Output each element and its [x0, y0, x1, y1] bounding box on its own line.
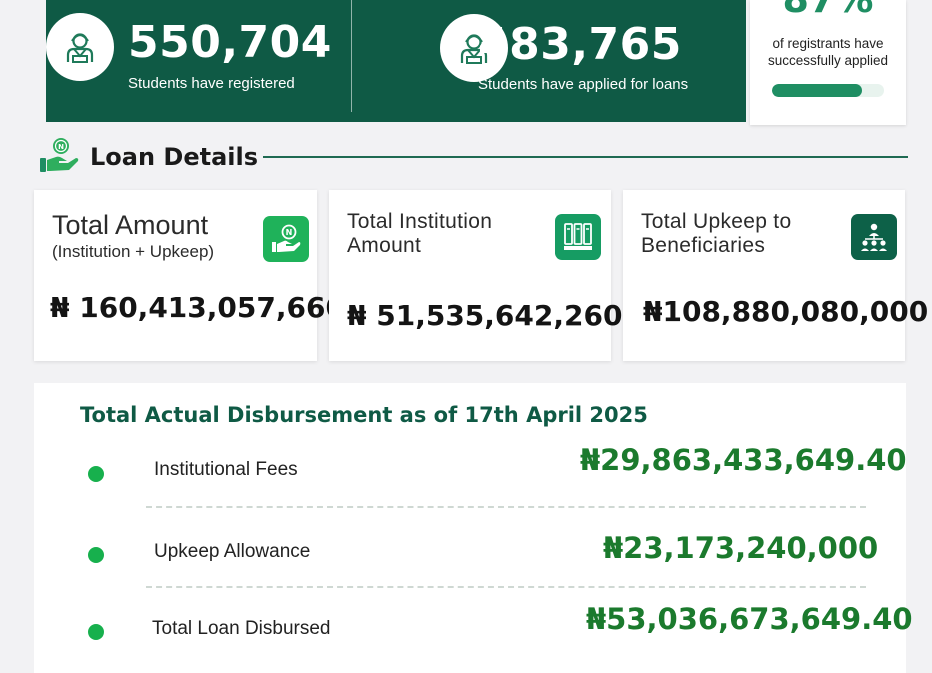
institution-icon [555, 214, 601, 260]
disbursement-panel: Total Actual Disbursement as of 17th Apr… [34, 383, 913, 673]
application-rate-value: 87% [750, 0, 906, 18]
application-rate-progress-fill [772, 84, 862, 97]
student-icon [46, 13, 114, 81]
card-title: Total Upkeep to Beneficiaries [641, 210, 792, 257]
bullet-dot [88, 624, 104, 640]
application-rate-card: 87% of registrants have successfully app… [750, 0, 906, 125]
card-amount: ₦ 51,535,642,260 [347, 299, 623, 332]
disbursement-label-upkeep-allowance: Upkeep Allowance [154, 541, 311, 562]
application-rate-caption: of registrants have successfully applied [767, 36, 889, 68]
card-title: Total Institution Amount [347, 210, 493, 257]
applied-count: 483,765 [478, 19, 682, 70]
loan-details-header: N Loan Details [38, 136, 908, 178]
svg-text:N: N [58, 143, 64, 151]
registered-stat: 550,704 Students have registered [46, 0, 351, 122]
hand-coin-icon: N [263, 216, 309, 262]
bullet-dot [88, 466, 104, 482]
total-amount-card: Total Amount (Institution + Upkeep) N ₦ … [34, 190, 345, 361]
card-title: Total Amount [52, 210, 209, 240]
applied-stat: 483,765 Students have applied for loans [351, 0, 746, 122]
disbursement-title: Total Actual Disbursement as of 17th Apr… [80, 403, 648, 427]
card-amount: ₦ 160,413,057,660 [50, 291, 345, 324]
card-amount: ₦108,880,080,000 [643, 295, 929, 328]
stats-banner: 550,704 Students have registered 483,765… [46, 0, 746, 122]
card-subtitle: (Institution + Upkeep) [52, 242, 215, 261]
applied-caption: Students have applied for loans [478, 76, 689, 93]
bullet-dot [88, 547, 104, 563]
row-separator [146, 506, 866, 508]
hand-coin-icon: N [38, 136, 80, 178]
total-upkeep-card: Total Upkeep to Beneficiaries ₦108,880,0… [623, 190, 928, 361]
disbursement-value-total-loan-disbursed: ₦53,036,673,649.40 [586, 602, 913, 636]
disbursement-value-institutional-fees: ₦29,863,433,649.40 [580, 443, 907, 477]
disbursement-value-upkeep-allowance: ₦23,173,240,000 [603, 531, 879, 565]
application-rate-progress-bar [772, 84, 884, 97]
disbursement-label-total-loan-disbursed: Total Loan Disbursed [152, 618, 331, 639]
row-separator [146, 586, 866, 588]
registered-caption: Students have registered [128, 75, 295, 92]
svg-text:N: N [286, 228, 293, 237]
section-divider [263, 156, 908, 158]
disbursement-label-institutional-fees: Institutional Fees [154, 459, 298, 480]
section-title: Loan Details [90, 143, 259, 171]
total-institution-amount-card: Total Institution Amount ₦ 51,535,642,26… [329, 190, 622, 361]
beneficiaries-icon [851, 214, 897, 260]
registered-count: 550,704 [128, 17, 332, 68]
